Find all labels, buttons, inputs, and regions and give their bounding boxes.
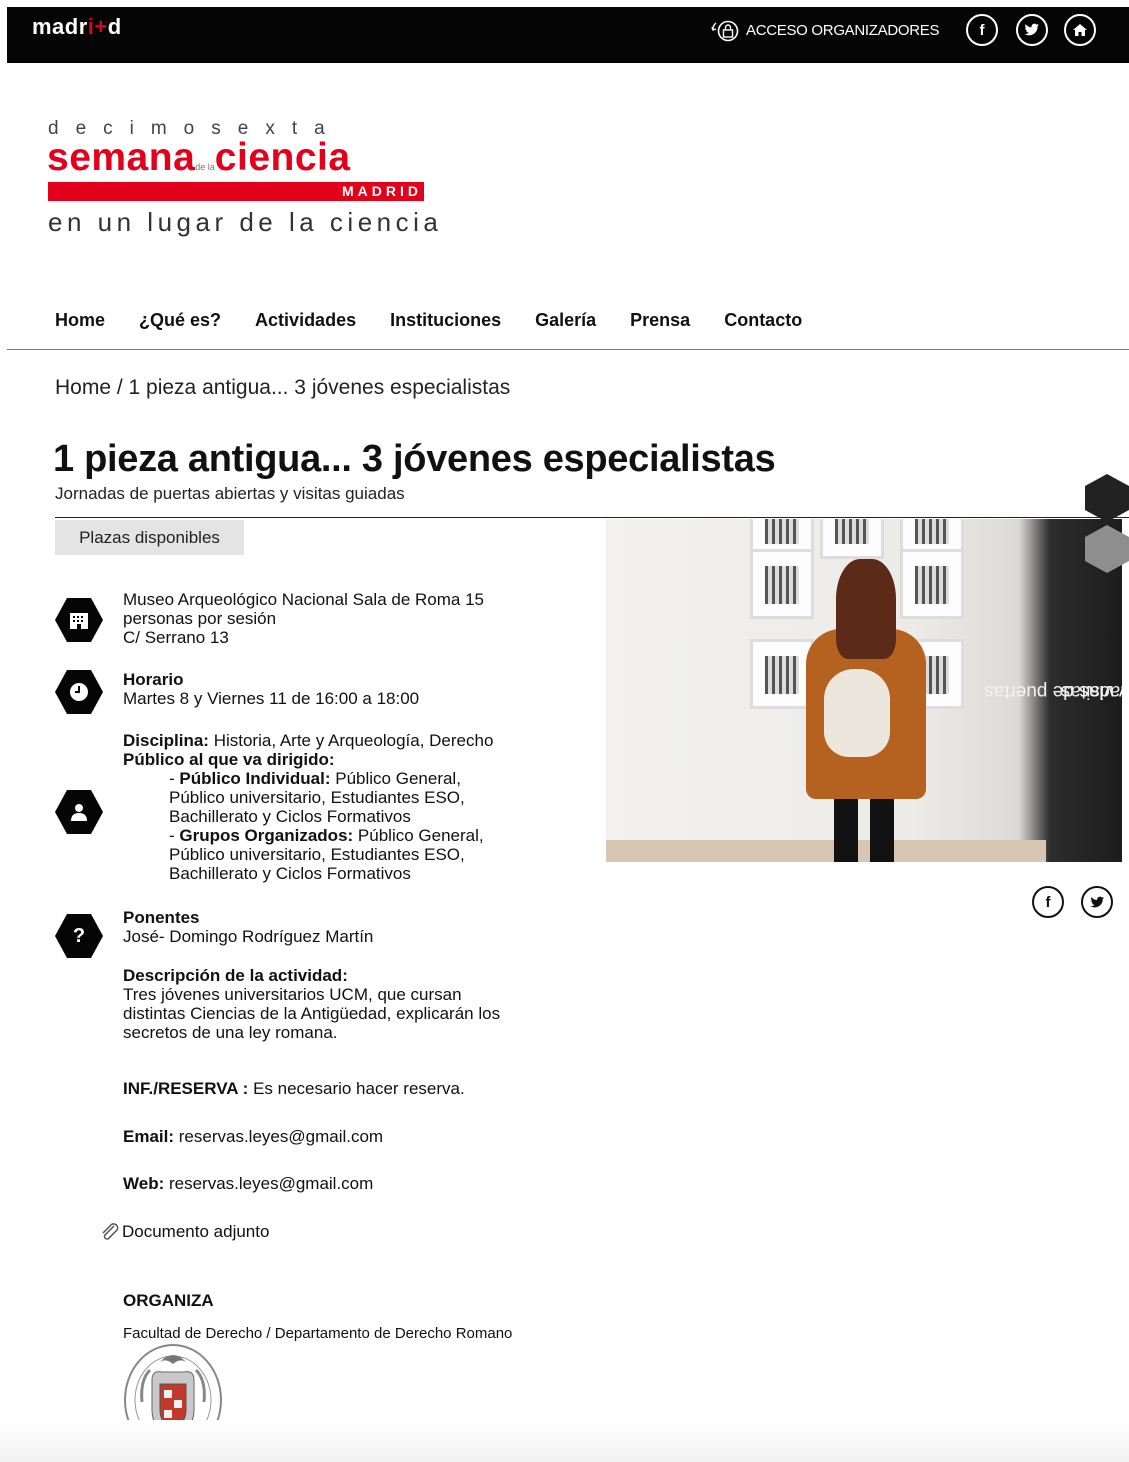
nav-item-actividades[interactable]: Actividades <box>255 310 356 331</box>
web-value[interactable]: reservas.leyes@gmail.com <box>169 1174 373 1193</box>
description-line: distintas Ciencias de la Antigüedad, exp… <box>123 1004 501 1023</box>
attached-document-link[interactable]: Documento adjunto <box>100 1222 269 1241</box>
lock-icon <box>711 20 739 42</box>
audience-block: Disciplina: Historia, Arte y Arqueología… <box>123 731 593 883</box>
email-label: Email: <box>123 1127 175 1146</box>
nav-item-galeria[interactable]: Galería <box>535 310 596 331</box>
artwork-frame <box>900 549 964 619</box>
reservation-line: INF./RESERVA : Es necesario hacer reserv… <box>123 1079 465 1098</box>
building-icon <box>55 598 103 642</box>
group-audience-label: Grupos Organizados: <box>179 826 354 845</box>
twitter-button[interactable] <box>1016 14 1048 46</box>
visitor-legs <box>834 799 894 862</box>
madrid-logo[interactable]: madri+d <box>32 14 122 40</box>
page-subtitle: Jornadas de puertas abiertas y visitas g… <box>55 484 405 503</box>
nav-item-instituciones[interactable]: Instituciones <box>390 310 501 331</box>
group-audience-value: Público General, <box>357 826 484 845</box>
audience-label: Público al que va dirigido: <box>123 750 335 769</box>
attached-document-label: Documento adjunto <box>122 1222 270 1241</box>
main-nav: Home ¿Qué es? Actividades Instituciones … <box>55 310 802 331</box>
visitor-hair <box>836 559 896 659</box>
speakers-label: Ponentes <box>123 908 200 927</box>
visitor-backpack <box>824 669 890 757</box>
facebook-icon: f <box>979 21 985 39</box>
nav-item-home[interactable]: Home <box>55 310 105 331</box>
location-block: Museo Arqueológico Nacional Sala de Roma… <box>123 590 484 647</box>
question-icon: ? <box>55 914 103 958</box>
page-title: 1 pieza antigua... 3 jóvenes especialist… <box>53 438 776 480</box>
reservation-value: Es necesario hacer reserva. <box>253 1079 465 1098</box>
share-facebook-button[interactable]: f <box>1032 886 1064 918</box>
photo-category-tag: Jornadas de puertasabiertas y visitas <box>984 680 1122 702</box>
discipline-label: Disciplina: <box>123 731 209 750</box>
facebook-icon: f <box>1045 893 1051 911</box>
clock-icon <box>55 670 103 714</box>
twitter-icon <box>1090 896 1104 907</box>
organizer-label: ORGANIZA <box>123 1291 214 1310</box>
nav-item-prensa[interactable]: Prensa <box>630 310 690 331</box>
availability-badge: Plazas disponibles <box>55 520 244 555</box>
artwork-frame <box>820 519 884 559</box>
organizers-access-link[interactable]: ACCESO ORGANIZADORES <box>710 18 940 42</box>
description-line: Tres jóvenes universitarios UCM, que cur… <box>123 985 462 1004</box>
twitter-icon <box>1024 23 1039 36</box>
breadcrumb[interactable]: Home / 1 pieza antigua... 3 jóvenes espe… <box>55 376 510 400</box>
email-value[interactable]: reservas.leyes@gmail.com <box>179 1127 383 1146</box>
individual-audience-value: Público General, <box>335 769 461 788</box>
individual-audience-value: Público universitario, Estudiantes ESO, <box>169 788 465 807</box>
brand-city-bar: MADRID <box>48 182 424 201</box>
group-audience-value: Público universitario, Estudiantes ESO, <box>169 845 465 864</box>
description-block: Descripción de la actividad: Tres jóvene… <box>123 966 500 1042</box>
facebook-button[interactable]: f <box>966 14 998 46</box>
gallery-floor <box>606 840 1046 862</box>
reservation-label: INF./RESERVA : <box>123 1079 249 1098</box>
share-twitter-button[interactable] <box>1081 886 1113 918</box>
brand-tagline: en un lugar de la ciencia <box>48 207 443 237</box>
paperclip-icon <box>102 1222 119 1240</box>
location-line: personas por sesión <box>123 609 277 628</box>
person-icon <box>55 790 103 834</box>
schedule-block: Horario Martes 8 y Viernes 11 de 16:00 a… <box>123 670 419 708</box>
email-line: Email: reservas.leyes@gmail.com <box>123 1127 383 1146</box>
location-line: Museo Arqueológico Nacional Sala de Roma… <box>123 590 485 609</box>
speakers-block: Ponentes José- Domingo Rodríguez Martín <box>123 908 373 946</box>
speakers-value: José- Domingo Rodríguez Martín <box>123 927 374 946</box>
web-label: Web: <box>123 1174 165 1193</box>
brand-title[interactable]: semanade laciencia <box>47 136 351 180</box>
schedule-value: Martes 8 y Viernes 11 de 16:00 a 18:00 <box>123 689 420 708</box>
web-line: Web: reservas.leyes@gmail.com <box>123 1174 373 1193</box>
description-line: secretos de una ley romana. <box>123 1023 338 1042</box>
nav-divider <box>7 349 1129 350</box>
schedule-label: Horario <box>123 670 184 689</box>
footer-fade <box>0 1420 1129 1462</box>
top-bar <box>7 7 1129 63</box>
side-hex-decoration <box>1085 474 1129 522</box>
access-label: ACCESO ORGANIZADORES <box>746 21 940 39</box>
nav-item-que-es[interactable]: ¿Qué es? <box>139 310 221 331</box>
title-divider <box>55 517 1129 518</box>
individual-audience-value: Bachillerato y Ciclos Formativos <box>169 807 411 826</box>
individual-audience-label: Público Individual: <box>179 769 331 788</box>
location-address: C/ Serrano 13 <box>123 628 229 647</box>
nav-item-contacto[interactable]: Contacto <box>724 310 802 331</box>
discipline-value: Historia, Arte y Arqueología, Derecho <box>213 731 494 750</box>
artwork-frame <box>750 549 814 619</box>
home-icon <box>1073 24 1087 36</box>
group-audience-value: Bachillerato y Ciclos Formativos <box>169 864 411 883</box>
activity-photo: Jornadas de puertasabiertas y visitas <box>606 519 1122 862</box>
artwork-frame <box>750 639 814 709</box>
description-label: Descripción de la actividad: <box>123 966 348 985</box>
home-button[interactable] <box>1064 14 1096 46</box>
